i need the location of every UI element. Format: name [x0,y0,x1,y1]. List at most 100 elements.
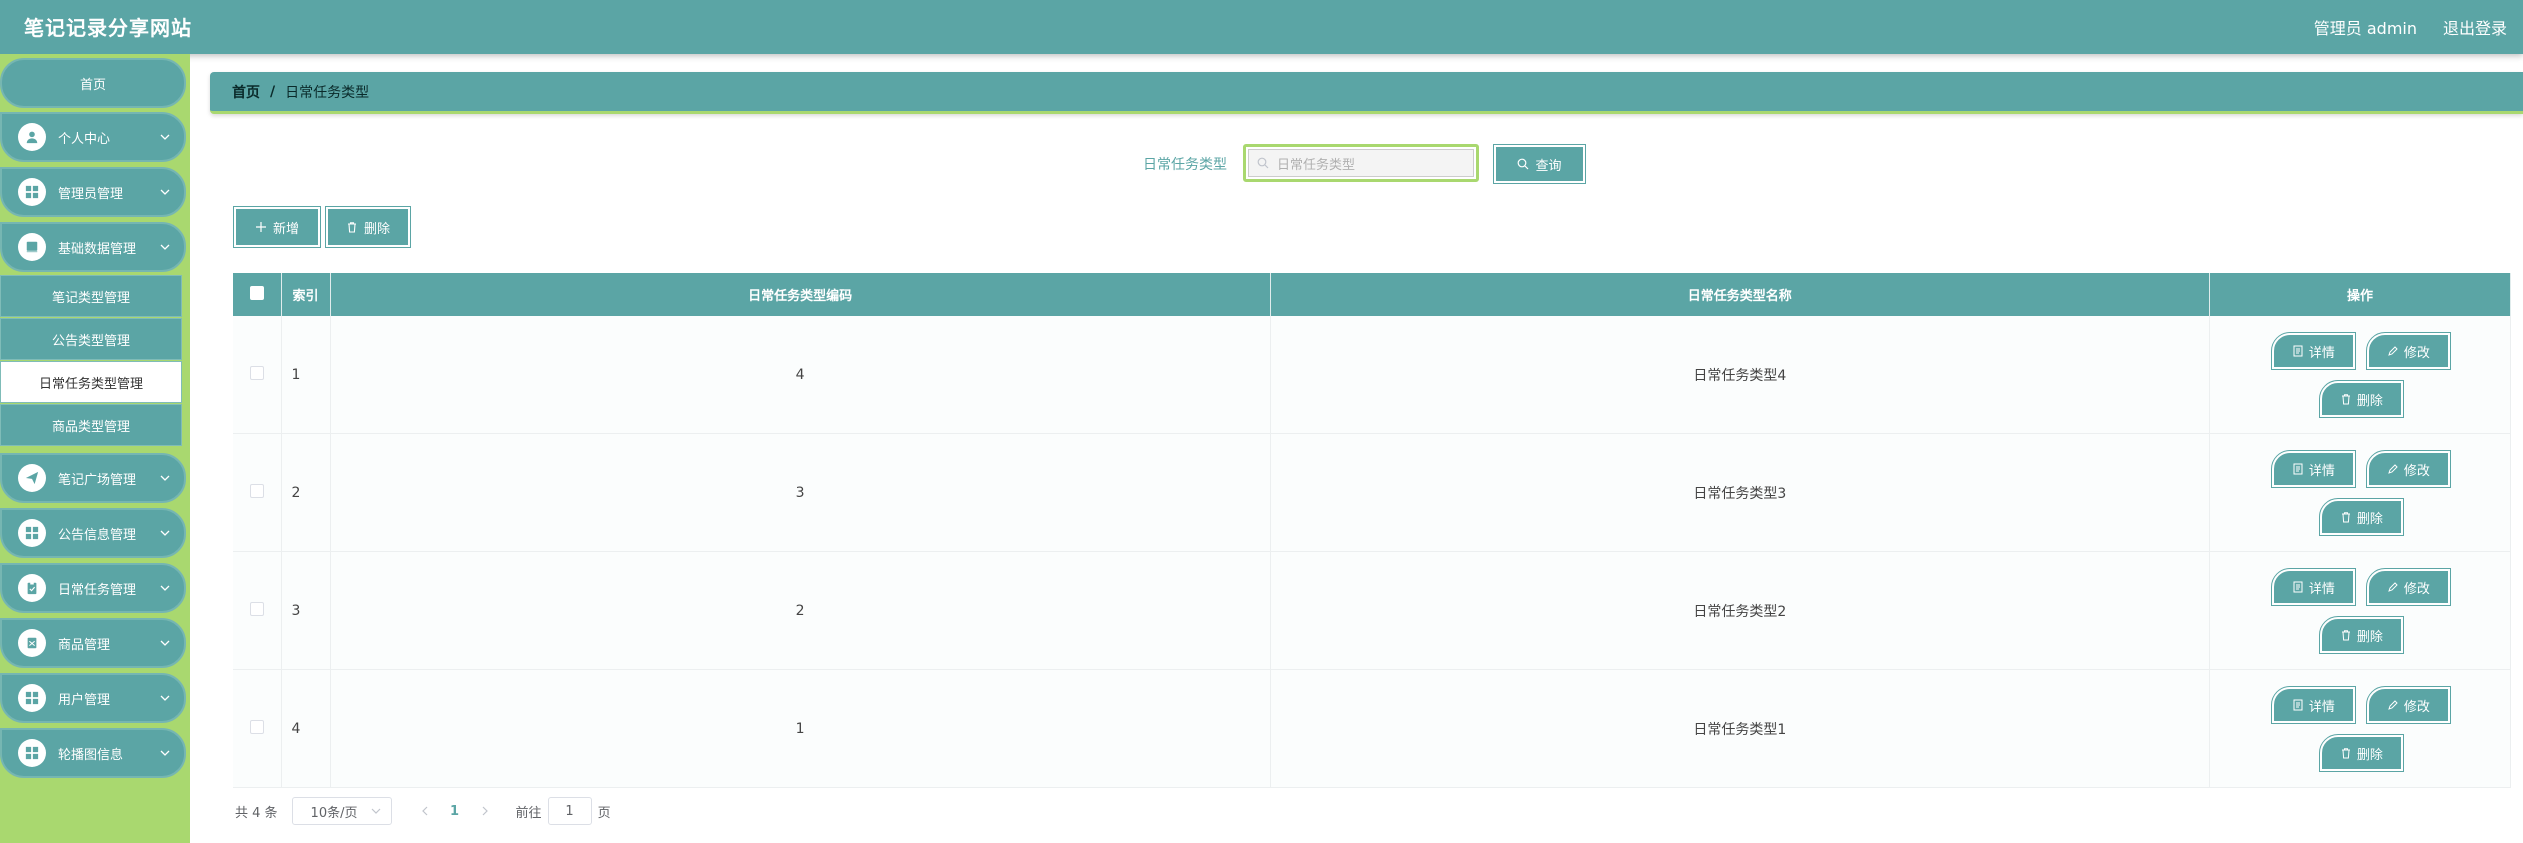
chevron-down-icon [160,695,170,701]
sidebar-subitem-note-type[interactable]: 笔记类型管理 [0,275,182,317]
row-delete-button[interactable]: 删除 [2318,380,2404,418]
table-row: 4 1 日常任务类型1 详情 修改 删除 [233,669,2512,788]
row-checkbox[interactable] [249,483,264,498]
row-delete-button-label: 删除 [2356,393,2383,409]
chevron-down-icon [160,585,170,591]
row-checkbox[interactable] [249,365,264,380]
breadcrumb-current: 日常任务类型 [285,84,370,101]
sidebar-subitem-daily-task-type[interactable]: 日常任务类型管理 [0,361,182,403]
detail-button[interactable]: 详情 [2270,450,2356,488]
next-page-button[interactable] [470,797,500,825]
row-delete-button-label: 删除 [2356,629,2383,645]
sidebar-item-label: 公告信息管理 [58,527,137,543]
trash-icon [2341,394,2350,405]
column-header-code: 日常任务类型编码 [330,273,1271,316]
sidebar-item-product[interactable]: 商品管理 [0,618,186,668]
page-size-select[interactable]: 10条/页 [291,797,392,825]
trash-icon [2341,748,2350,759]
detail-button-label: 详情 [2308,463,2335,479]
row-name: 日常任务类型1 [1270,669,2210,788]
document-icon [2293,345,2303,357]
grid-icon [18,739,46,767]
row-code: 4 [330,316,1271,434]
chevron-down-icon [160,750,170,756]
sidebar-item-admin-management[interactable]: 管理员管理 [0,167,186,217]
detail-button[interactable]: 详情 [2270,568,2356,606]
row-select-cell[interactable] [233,433,282,552]
sidebar-item-label: 首页 [79,77,106,93]
search-input[interactable]: 日常任务类型 [1243,144,1479,182]
chevron-down-icon [160,530,170,536]
sidebar-item-daily-task[interactable]: 日常任务管理 [0,563,186,613]
jump-page-input[interactable]: 1 [547,797,592,825]
edit-button-label: 修改 [2403,463,2430,479]
sidebar-item-base-data-management[interactable]: 基础数据管理 [0,222,186,272]
edit-button[interactable]: 修改 [2365,332,2451,370]
edit-button-label: 修改 [2403,699,2430,715]
admin-info: 管理员 admin [2313,19,2417,38]
trash-icon [2341,630,2350,641]
trash-icon [347,222,356,233]
row-operations: 详情 修改 删除 [2209,551,2512,670]
add-button[interactable]: 新增 [233,206,321,248]
row-code: 3 [330,433,1271,552]
row-index: 4 [281,669,331,788]
select-all-checkbox[interactable] [249,285,264,300]
sidebar-item-label: 用户管理 [58,692,111,708]
row-delete-button[interactable]: 删除 [2318,498,2404,536]
select-all-header[interactable] [233,273,282,316]
row-code: 1 [330,669,1271,788]
sidebar-item-home[interactable]: 首页 [0,58,186,108]
sidebar-item-notice-info[interactable]: 公告信息管理 [0,508,186,558]
table-row: 3 2 日常任务类型2 详情 修改 删除 [233,551,2512,670]
site-title: 笔记记录分享网站 [24,16,192,40]
edit-button[interactable]: 修改 [2365,568,2451,606]
detail-button[interactable]: 详情 [2270,686,2356,724]
sidebar-item-note-square[interactable]: 笔记广场管理 [0,453,186,503]
breadcrumb-separator: / [270,83,276,100]
delete-button[interactable]: 删除 [325,206,411,248]
breadcrumb-home[interactable]: 首页 [232,82,260,102]
sidebar-item-carousel[interactable]: 轮播图信息 [0,728,186,778]
sidebar-item-label: 笔记广场管理 [58,472,137,488]
edit-button-label: 修改 [2403,581,2430,597]
user-icon [18,123,46,151]
row-delete-button-label: 删除 [2356,747,2383,763]
row-select-cell[interactable] [233,669,282,788]
row-select-cell[interactable] [233,551,282,670]
edit-icon [2388,700,2398,710]
chevron-down-icon [160,134,170,140]
sidebar-item-user-management[interactable]: 用户管理 [0,673,186,723]
row-name: 日常任务类型4 [1270,316,2210,434]
grid-icon [18,684,46,712]
row-checkbox[interactable] [249,601,264,616]
edit-button-label: 修改 [2403,345,2430,361]
detail-button-label: 详情 [2308,699,2335,715]
page-number[interactable]: 1 [440,797,470,825]
row-code: 2 [330,551,1271,670]
sidebar-subitem-product-type[interactable]: 商品类型管理 [0,404,182,446]
sidebar-item-label: 管理员管理 [58,186,124,202]
sidebar-item-personal-center[interactable]: 个人中心 [0,112,186,162]
pagination: 共 4 条 10条/页 1 前往 1 页 [235,796,611,826]
edit-icon [2388,464,2398,474]
logout-link[interactable]: 退出登录 [2443,15,2507,39]
search-input-box[interactable]: 日常任务类型 [1248,149,1474,177]
table-row: 1 4 日常任务类型4 详情 修改 删除 [233,316,2512,434]
sidebar-item-label: 基础数据管理 [58,241,137,257]
detail-button[interactable]: 详情 [2270,332,2356,370]
row-checkbox[interactable] [249,719,264,734]
row-select-cell[interactable] [233,316,282,434]
prev-page-button[interactable] [410,797,440,825]
chevron-down-icon [160,640,170,646]
detail-button-label: 详情 [2308,581,2335,597]
query-button[interactable]: 查询 [1493,144,1586,184]
plus-icon [255,222,266,232]
sidebar-subitem-notice-type[interactable]: 公告类型管理 [0,318,182,360]
row-delete-button[interactable]: 删除 [2318,734,2404,772]
page-size-value: 10条/页 [310,805,358,821]
row-delete-button[interactable]: 删除 [2318,616,2404,654]
edit-button[interactable]: 修改 [2365,686,2451,724]
edit-button[interactable]: 修改 [2365,450,2451,488]
row-delete-button-label: 删除 [2356,511,2383,527]
